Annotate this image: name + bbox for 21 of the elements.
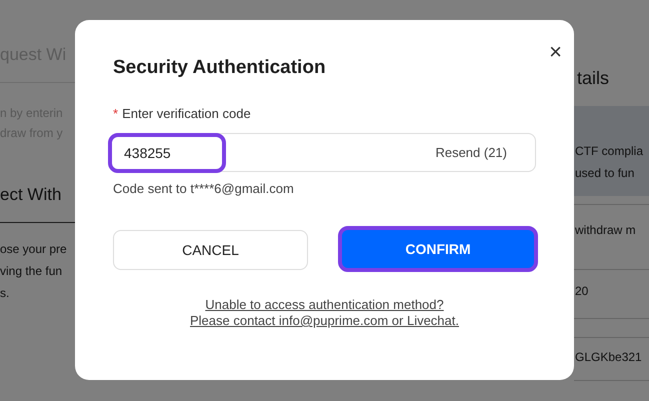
required-mark: *	[113, 106, 118, 121]
help-link[interactable]: Unable to access authentication method?	[205, 297, 444, 313]
notice-text: CTF complia	[575, 143, 644, 160]
resend-link[interactable]: Resend (21)	[435, 145, 507, 160]
code-input[interactable]: 438255	[108, 132, 226, 172]
detail-text: GLGKbe321	[575, 350, 642, 364]
section-heading: ect With	[0, 185, 62, 206]
section-text: s.	[0, 285, 10, 302]
close-button[interactable]: ×	[549, 40, 562, 64]
detail-text: withdraw m	[575, 223, 636, 237]
section-text: ving the fun	[0, 263, 64, 280]
confirm-button[interactable]: CONFIRM	[338, 226, 538, 272]
cancel-button[interactable]: CANCEL	[113, 230, 308, 270]
section-text: ose your pre	[0, 241, 68, 258]
details-heading: tails	[576, 68, 610, 90]
dialog-title: Security Authentication	[113, 57, 326, 79]
notice-text: used to fun	[575, 165, 636, 182]
help-link[interactable]: Please contact info@puprime.com or Livechat.	[190, 313, 459, 329]
field-label: Enter verification code	[122, 106, 251, 121]
hint-text: Code sent to t****6@gmail.com	[113, 181, 295, 196]
detail-text: 20	[575, 284, 588, 298]
